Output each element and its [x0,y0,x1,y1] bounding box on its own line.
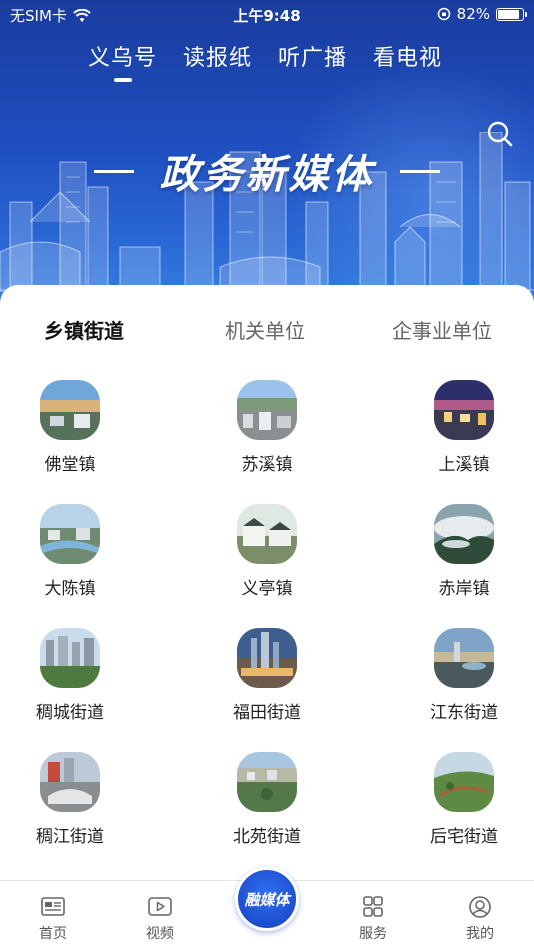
tab-yiwuhao[interactable]: 义乌号 [88,40,157,72]
town-label: 北苑街道 [233,827,301,847]
nav-mine[interactable]: 我的 [450,895,510,943]
town-label: 后宅街道 [430,827,498,847]
town-photo [237,628,297,688]
tab-radio[interactable]: 听广播 [278,40,347,72]
town-label: 义亭镇 [241,579,293,599]
grid-item-jiangdong[interactable]: 江东街道 [394,628,534,723]
nav-video[interactable]: 视频 [130,895,190,943]
battery-icon [496,7,527,21]
bottom-nav: 首页 视频 融媒体 服务 我的 [0,867,534,950]
nav-video-label: 视频 [146,926,174,942]
town-photo [40,628,100,688]
town-photo [434,752,494,812]
nav-services[interactable]: 服务 [343,895,403,943]
town-photo [434,628,494,688]
user-profile-icon [469,896,491,918]
banner-decor-line-right [400,170,440,173]
town-photo [237,752,297,812]
town-label: 江东街道 [430,703,498,723]
nav-home-label: 首页 [39,926,67,942]
town-label: 福田街道 [233,703,301,723]
grid-item-choujiang[interactable]: 稠江街道 [0,752,140,847]
grid-item-houzhai[interactable]: 后宅街道 [394,752,534,847]
tab-tv[interactable]: 看电视 [373,40,442,72]
town-photo [434,504,494,564]
status-bar: 无SIM卡 上午9:48 82% [0,0,534,28]
battery-level [498,9,520,19]
video-play-icon [148,897,172,916]
town-label: 苏溪镇 [241,455,293,475]
tab-towns-streets-label: 乡镇街道 [44,319,124,343]
grid-item-fotang[interactable]: 佛堂镇 [0,380,140,475]
orientation-lock-icon [437,7,450,21]
content-card: 乡镇街道 机关单位 企事业单位 佛堂镇 苏溪镇 上溪镇 大陈镇 义亭镇 赤岸镇 … [0,285,534,885]
media-center-button[interactable]: 融媒体 [235,867,299,931]
grid-item-futian[interactable]: 福田街道 [197,628,337,723]
town-label: 稠江街道 [36,827,104,847]
tab-enterprises[interactable]: 企事业单位 [392,315,492,344]
town-photo [434,380,494,440]
grid-item-yiting[interactable]: 义亭镇 [197,504,337,599]
newspaper-icon [41,897,65,916]
grid-item-choucheng[interactable]: 稠城街道 [0,628,140,723]
town-label: 赤岸镇 [438,579,490,599]
town-label: 佛堂镇 [44,455,96,475]
hero-banner: 无SIM卡 上午9:48 82% 义乌号 读报纸 听广播 看电视 政务新媒体 [0,0,534,330]
town-photo [237,504,297,564]
town-photo [237,380,297,440]
nav-mine-label: 我的 [466,926,494,942]
town-label: 上溪镇 [438,455,490,475]
town-photo [40,380,100,440]
grid-item-dachen[interactable]: 大陈镇 [0,504,140,599]
grid-item-suxi[interactable]: 苏溪镇 [197,380,337,475]
town-photo [40,504,100,564]
top-tabs: 义乌号 读报纸 听广播 看电视 [88,40,442,72]
town-label: 大陈镇 [44,579,96,599]
grid-item-chian[interactable]: 赤岸镇 [394,504,534,599]
status-right: 82% [437,5,527,23]
banner-title: 政务新媒体 [159,152,375,198]
grid-item-beiyuan[interactable]: 北苑街道 [197,752,337,847]
town-label: 稠城街道 [36,703,104,723]
category-tabs: 乡镇街道 机关单位 企事业单位 [0,315,534,355]
nav-home[interactable]: 首页 [23,895,83,943]
town-photo [40,752,100,812]
tab-newspaper[interactable]: 读报纸 [183,40,252,72]
tab-government-agencies[interactable]: 机关单位 [225,315,305,344]
grid-item-shangxi[interactable]: 上溪镇 [394,380,534,475]
tab-towns-streets[interactable]: 乡镇街道 [44,315,124,346]
battery-percent: 82% [456,5,490,23]
grid-apps-icon [363,896,383,917]
nav-services-label: 服务 [359,926,387,942]
